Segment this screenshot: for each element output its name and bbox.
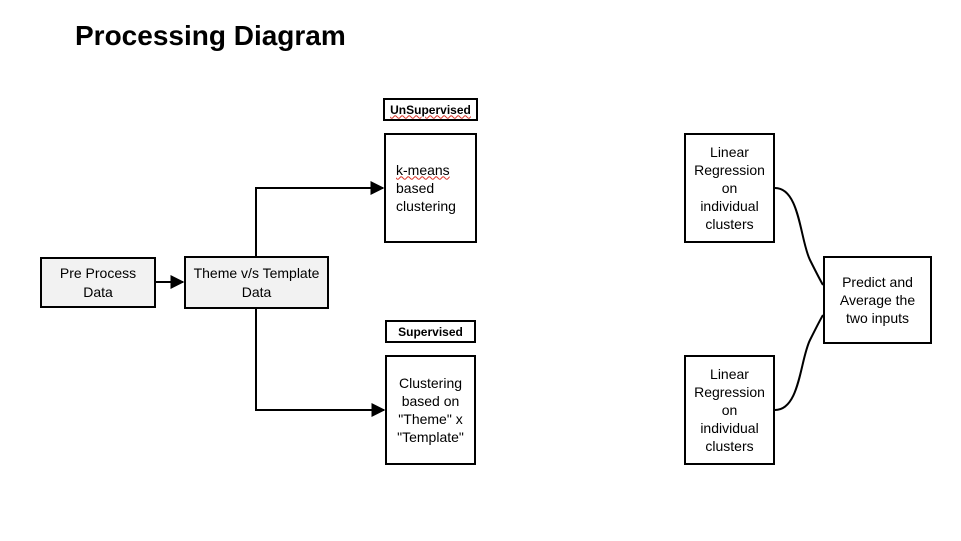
box-predict: Predict and Average the two inputs: [823, 256, 932, 344]
page-title: Processing Diagram: [75, 20, 346, 52]
box-clustering-theme-label: Clustering based on "Theme" x "Template": [393, 374, 468, 447]
label-unsupervised-text: UnSupervised: [390, 103, 471, 117]
box-lr-bottom: Linear Regression on individual clusters: [684, 355, 775, 465]
box-predict-label: Predict and Average the two inputs: [831, 273, 924, 328]
box-kmeans: k-means based clustering: [384, 133, 477, 243]
label-supervised-text: Supervised: [398, 325, 463, 339]
box-clustering-theme: Clustering based on "Theme" x "Template": [385, 355, 476, 465]
label-supervised: Supervised: [385, 320, 476, 343]
box-kmeans-rest: based clustering: [396, 180, 456, 214]
box-preprocess: Pre Process Data: [40, 257, 156, 308]
box-lr-top-label: Linear Regression on individual clusters: [692, 143, 767, 234]
box-theme-template-label: Theme v/s Template Data: [192, 264, 321, 300]
box-lr-bottom-label: Linear Regression on individual clusters: [692, 365, 767, 456]
box-lr-top: Linear Regression on individual clusters: [684, 133, 775, 243]
label-unsupervised: UnSupervised: [383, 98, 478, 121]
box-kmeans-prefix: k-means: [396, 162, 450, 178]
box-theme-template: Theme v/s Template Data: [184, 256, 329, 309]
box-preprocess-label: Pre Process Data: [48, 264, 148, 300]
